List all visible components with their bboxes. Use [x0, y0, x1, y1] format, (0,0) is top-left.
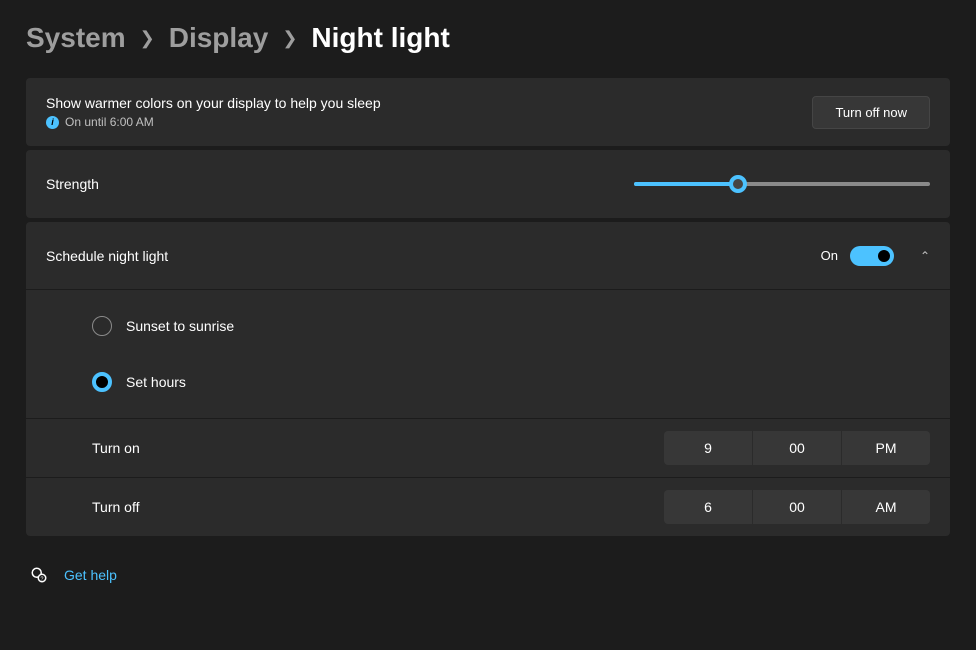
radio-sethours-row[interactable]: Set hours: [26, 354, 950, 410]
description-title: Show warmer colors on your display to he…: [46, 95, 381, 111]
turn-on-row: Turn on 9 00 PM: [26, 418, 950, 477]
description-card: Show warmer colors on your display to he…: [26, 78, 950, 146]
schedule-toggle[interactable]: [850, 246, 894, 266]
radio-sethours[interactable]: [92, 372, 112, 392]
turn-off-period[interactable]: AM: [842, 490, 930, 524]
turn-off-row: Turn off 6 00 AM: [26, 477, 950, 536]
schedule-toggle-label: On: [821, 248, 838, 263]
chevron-right-icon: ❯: [140, 28, 155, 49]
breadcrumb-system[interactable]: System: [26, 22, 126, 54]
info-icon: i: [46, 116, 59, 129]
turn-off-now-button[interactable]: Turn off now: [812, 96, 930, 129]
description-status: i On until 6:00 AM: [46, 115, 381, 129]
turn-off-hour[interactable]: 6: [664, 490, 752, 524]
turn-on-hour[interactable]: 9: [664, 431, 752, 465]
turn-on-period[interactable]: PM: [842, 431, 930, 465]
strength-slider[interactable]: [634, 182, 930, 186]
turn-on-minute[interactable]: 00: [753, 431, 841, 465]
chevron-up-icon[interactable]: ⌃: [920, 249, 930, 263]
turn-on-label: Turn on: [92, 440, 140, 456]
schedule-card: Schedule night light On ⌃ Sunset to sunr…: [26, 222, 950, 536]
strength-label: Strength: [46, 176, 99, 192]
turn-off-label: Turn off: [92, 499, 139, 515]
schedule-label: Schedule night light: [46, 248, 168, 264]
radio-sunset-row[interactable]: Sunset to sunrise: [26, 298, 950, 354]
svg-text:?: ?: [41, 576, 44, 582]
radio-sethours-label: Set hours: [126, 374, 186, 390]
radio-sunset-label: Sunset to sunrise: [126, 318, 234, 334]
breadcrumb-current: Night light: [311, 22, 449, 54]
breadcrumb-display[interactable]: Display: [169, 22, 269, 54]
turn-off-minute[interactable]: 00: [753, 490, 841, 524]
chevron-right-icon: ❯: [282, 28, 297, 49]
status-text: On until 6:00 AM: [65, 115, 154, 129]
breadcrumb: System ❯ Display ❯ Night light: [26, 22, 950, 54]
radio-sunset[interactable]: [92, 316, 112, 336]
get-help-label: Get help: [64, 567, 117, 583]
get-help-link[interactable]: ? Get help: [26, 566, 950, 584]
strength-card: Strength: [26, 150, 950, 218]
help-icon: ?: [30, 566, 48, 584]
